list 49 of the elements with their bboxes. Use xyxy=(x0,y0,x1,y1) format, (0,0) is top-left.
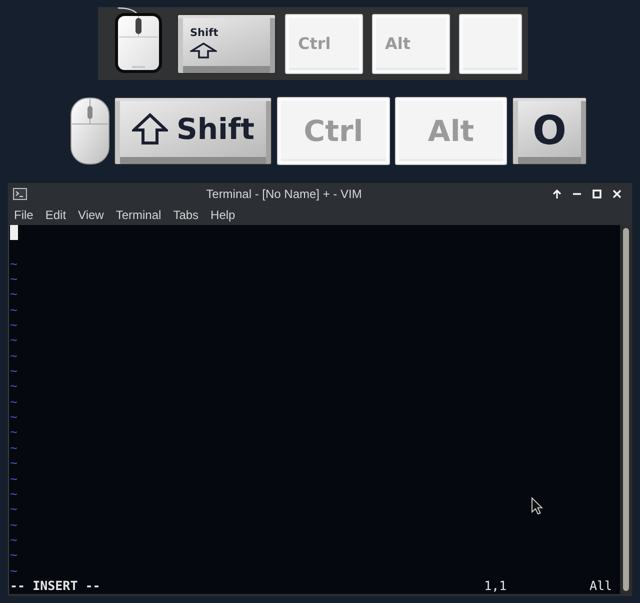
menu-item[interactable]: View xyxy=(72,205,110,225)
maximize-icon xyxy=(592,189,602,199)
empty-line-tilde: ~ xyxy=(10,547,18,563)
menu-item[interactable]: File xyxy=(8,205,40,225)
empty-line-tilde: ~ xyxy=(10,409,18,424)
empty-line-tilde: ~ xyxy=(10,363,18,378)
menu-item[interactable]: Terminal xyxy=(110,205,168,225)
cursor-position: 1,1 xyxy=(484,578,508,594)
key-label: O xyxy=(532,111,566,151)
up-arrow-icon xyxy=(190,42,217,60)
vim-mode-indicator: -- INSERT -- xyxy=(10,578,102,594)
key-label: Ctrl xyxy=(304,116,364,146)
empty-line-tilde: ~ xyxy=(10,470,18,486)
empty-line-tilde: ~ xyxy=(10,302,18,318)
mouse-pointer-icon xyxy=(531,497,543,515)
mouse-icon xyxy=(115,7,162,73)
key-label: Ctrl xyxy=(298,36,331,52)
up-arrow-icon xyxy=(552,189,562,199)
menu-item[interactable]: Edit xyxy=(39,205,72,225)
text-cursor xyxy=(10,225,18,240)
menu-item[interactable]: Tabs xyxy=(167,205,205,225)
empty-line-tilde: ~ xyxy=(10,348,18,364)
empty-line-tilde: ~ xyxy=(10,501,18,517)
key-label: Alt xyxy=(428,116,474,146)
key-label: Alt xyxy=(385,36,411,52)
empty-line-tilde: ~ xyxy=(10,440,18,456)
empty-line-tilde: ~ xyxy=(10,378,18,394)
empty-line-tilde: ~ xyxy=(10,394,18,410)
empty-line-tilde: ~ xyxy=(10,516,18,532)
window-title: Terminal - [No Name] + - VIM xyxy=(205,187,363,201)
close-icon xyxy=(612,189,622,199)
up-arrow-icon xyxy=(132,113,168,145)
key-label: Shift xyxy=(176,114,254,144)
terminal-icon xyxy=(13,188,27,200)
empty-line-tilde: ~ xyxy=(10,256,18,272)
empty-line-tilde: ~ xyxy=(10,486,18,502)
empty-line-tilde: ~ xyxy=(10,332,18,348)
empty-line-tilde: ~ xyxy=(10,532,18,548)
key-label: Shift xyxy=(190,28,218,38)
empty-line-tilde: ~ xyxy=(10,271,18,286)
scroll-position: All xyxy=(589,578,612,594)
empty-line-tilde: ~ xyxy=(10,424,18,440)
mouse-icon xyxy=(70,97,110,165)
scrollbar-thumb[interactable] xyxy=(623,228,629,591)
menu-item[interactable]: Help xyxy=(204,205,242,225)
empty-line-tilde: ~ xyxy=(10,562,18,578)
empty-line-tilde: ~ xyxy=(10,455,18,470)
empty-line-tilde: ~ xyxy=(10,286,18,302)
empty-line-tilde: ~ xyxy=(10,317,18,332)
